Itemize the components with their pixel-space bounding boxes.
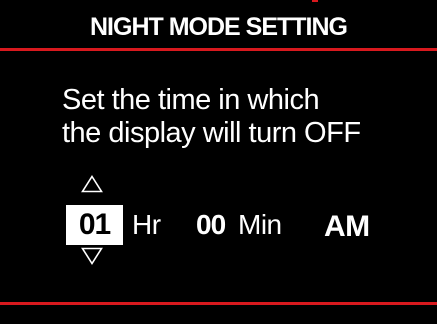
- instruction-line-1: Set the time in which: [62, 84, 320, 116]
- bottom-divider: [0, 302, 437, 305]
- am-pm-value[interactable]: AM: [324, 207, 370, 247]
- minute-unit-label: Min: [238, 209, 282, 240]
- night-mode-screen: NIGHT MODE SETTING Set the time in which…: [0, 0, 437, 324]
- page-title: NIGHT MODE SETTING: [90, 13, 348, 41]
- hour-unit-label: Hr: [132, 209, 161, 240]
- instruction-text: Set the time in which the display will t…: [62, 84, 432, 150]
- top-accent-mark: [312, 0, 318, 2]
- minute-value[interactable]: 00: [196, 205, 226, 245]
- triangle-down-icon[interactable]: [81, 247, 103, 265]
- instruction-line-2: the display will turn OFF: [62, 117, 361, 149]
- title-divider: [0, 48, 437, 51]
- hour-value-selected[interactable]: 01: [66, 205, 123, 245]
- triangle-up-icon[interactable]: [81, 175, 103, 193]
